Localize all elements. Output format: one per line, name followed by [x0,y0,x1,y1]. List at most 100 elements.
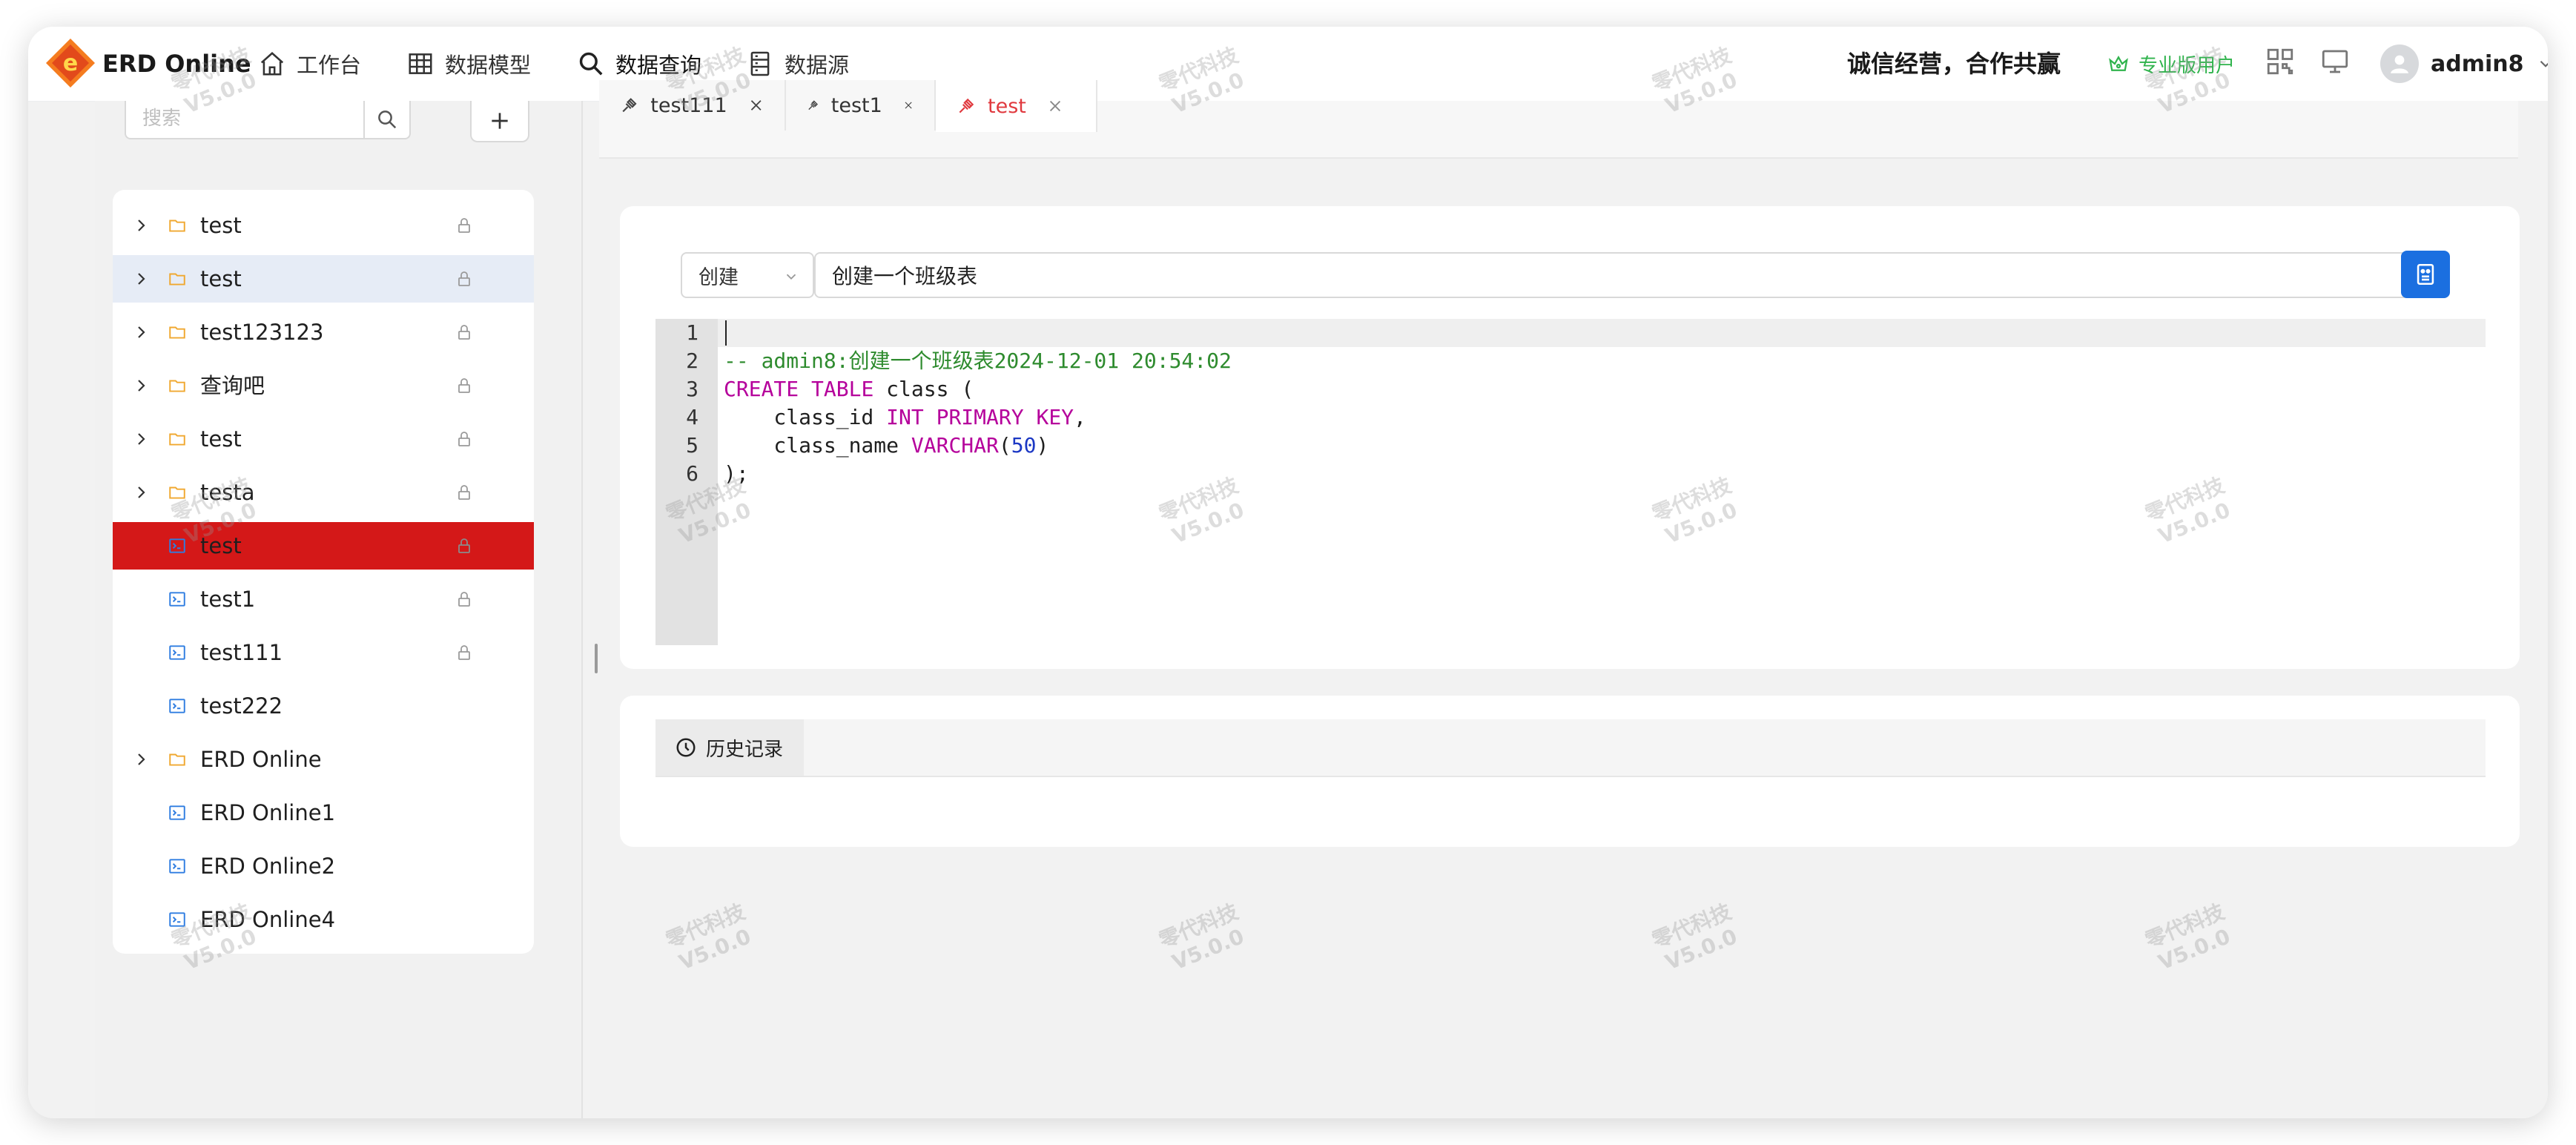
tree-folder-item[interactable]: test [113,202,534,249]
sql-query-icon [169,592,185,607]
folder-icon [169,753,185,766]
tree-query-item[interactable]: ERD Online4 [113,896,534,943]
tree-query-item[interactable]: test111 [113,629,534,676]
query-editor-card: 创建 1 2 3 4 5 6 -- admin8:创建一个班级表2024-12-… [620,206,2520,669]
tree-folder-item[interactable]: 查询吧 [113,362,534,409]
tab-history[interactable]: 历史记录 [655,719,804,776]
avatar [2380,44,2419,83]
nav-data-model-label: 数据模型 [445,53,532,78]
chevron-right-icon[interactable] [132,484,150,501]
close-icon[interactable] [748,97,764,113]
tree-query-item[interactable]: test [113,522,534,570]
tree-folder-item[interactable]: testa [113,469,534,516]
line-number: 3 [686,377,699,401]
robot-icon [2417,263,2434,286]
tree-item-label: 查询吧 [200,373,265,398]
lock-icon [458,378,470,393]
chevron-right-icon[interactable] [132,323,150,341]
tab-label: test111 [650,93,727,117]
user-menu[interactable]: admin8 [2380,42,2548,86]
tree-folder-item[interactable]: test [113,255,534,303]
datasource-icon [750,51,770,76]
sql-code-editor[interactable]: 1 2 3 4 5 6 -- admin8:创建一个班级表2024-12-01 … [655,319,2486,645]
qrcode-icon[interactable] [2265,46,2296,77]
panel-splitter[interactable] [581,101,583,1118]
query-tab-icon [622,98,637,113]
top-navigation-bar: e ERD Online 工作台 数据模型 数据查询 数据源 诚信经营，合作共赢… [28,27,2548,102]
chevron-right-icon[interactable] [132,750,150,768]
line-number-gutter: 1 2 3 4 5 6 [655,319,718,645]
tree-item-label: test111 [200,640,283,665]
app-window: e ERD Online 工作台 数据模型 数据查询 数据源 诚信经营，合作共赢… [28,27,2548,1118]
search-icon [579,52,603,76]
code-line: -- admin8:创建一个班级表2024-12-01 20:54:02 [724,349,1232,373]
lock-icon [458,592,470,607]
query-sidebar: test test test123123 查询吧 test testa test test1 t… [95,101,581,1118]
main-content: test111 test1 test 创建 创建一个班级表 1 2 3 4 5 … [599,80,2548,1118]
mode-select[interactable]: 创建 [681,252,814,298]
add-button[interactable] [470,101,529,142]
tree-query-item[interactable]: ERD Online1 [113,789,534,837]
lock-icon [458,485,470,500]
tree-item-label: ERD Online4 [200,907,336,932]
tree-item-label: test [200,213,242,238]
code-line: CREATE TABLE class ( [724,377,974,401]
tab-test[interactable]: test [936,80,1097,132]
chevron-right-icon[interactable] [132,217,150,234]
chevron-right-icon[interactable] [132,377,150,395]
tab-test1[interactable]: test1 [786,80,936,131]
active-line-highlight [718,319,2486,347]
ai-generate-button[interactable] [2401,251,2450,298]
history-tab-label: 历史记录 [706,738,784,761]
tree-query-item[interactable]: test222 [113,682,534,730]
line-number: 1 [686,320,699,345]
chevron-right-icon[interactable] [132,270,150,288]
nav-workbench[interactable]: 工作台 [258,40,361,88]
code-line: class_name VARCHAR(50) [724,433,1049,458]
close-icon[interactable] [1047,98,1063,114]
text-cursor [725,320,727,346]
sql-query-icon [169,699,185,713]
nav-workbench-label: 工作台 [297,53,362,78]
chevron-down-icon [786,274,796,280]
tree-folder-item[interactable]: test123123 [113,308,534,356]
tree-query-item[interactable]: test1 [113,575,534,623]
tree-folder-item[interactable]: ERD Online [113,736,534,783]
folder-icon [169,433,185,446]
tree-item-label: test [200,426,242,452]
folder-icon [169,486,185,499]
search-input[interactable] [126,101,381,136]
tab-test111[interactable]: test111 [599,80,786,131]
erd-online-logo[interactable]: e [44,37,96,89]
sidebar-search [125,101,411,139]
pro-user-badge[interactable]: 专业版用户 [2107,43,2235,85]
nav-datasource-label: 数据源 [785,53,850,78]
nav-data-model[interactable]: 数据模型 [406,40,531,88]
ai-prompt-input[interactable] [814,252,2422,298]
tree-item-label: test123123 [200,320,324,345]
close-icon[interactable] [903,97,914,113]
line-number: 2 [686,349,699,373]
query-tree: test test test123123 查询吧 test testa test test1 t… [113,190,534,954]
lock-icon [458,538,470,553]
folder-icon [169,220,185,232]
tree-item-label: test [200,266,242,291]
lock-icon [458,218,470,233]
tree-item-label: testa [200,480,255,505]
line-number: 5 [686,433,699,458]
tree-folder-item[interactable]: test [113,415,534,463]
sql-query-icon [169,912,185,927]
lock-icon [458,645,470,660]
code-line: class_id INT PRIMARY KEY, [724,405,1086,429]
chevron-right-icon[interactable] [132,430,150,448]
tree-query-item[interactable]: ERD Online2 [113,842,534,890]
splitter-handle[interactable] [595,644,598,673]
sql-query-icon [169,538,185,553]
monitor-icon[interactable] [2319,46,2351,77]
search-button[interactable] [363,101,409,138]
code-line: ); [724,461,749,486]
tree-item-label: test222 [200,693,283,719]
brand-name[interactable]: ERD Online [102,46,251,82]
home-icon [260,52,284,76]
mode-select-value: 创建 [699,265,739,289]
